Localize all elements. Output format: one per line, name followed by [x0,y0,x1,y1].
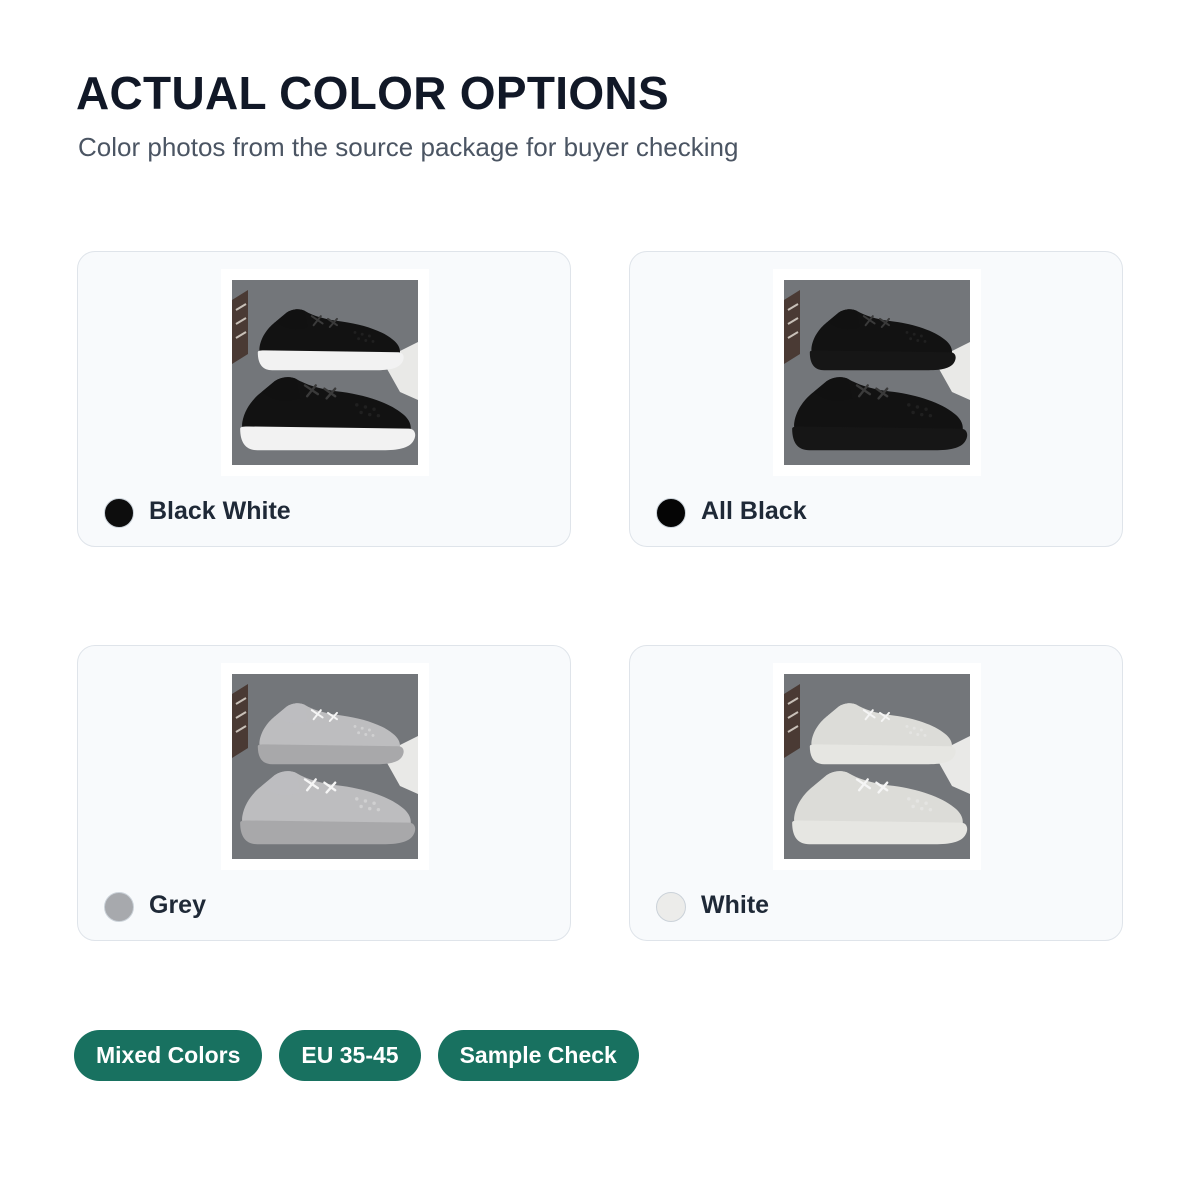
sneaker-white-icon[interactable] [784,674,970,859]
page-title: ACTUAL COLOR OPTIONS [76,67,669,119]
page-subtitle: Color photos from the source package for… [78,132,739,162]
photo-frame [221,269,429,476]
color-card-black-white[interactable]: Black White [77,251,571,547]
photo-frame [773,663,981,870]
color-card-grey[interactable]: Grey [77,645,571,941]
color-swatch [656,498,686,528]
photo-frame [773,269,981,476]
color-swatch [656,892,686,922]
color-name: Black White [149,497,291,525]
sneaker-black-white-icon[interactable] [232,280,418,465]
color-card-white[interactable]: White [629,645,1123,941]
color-name: Grey [149,891,206,919]
photo-frame [221,663,429,870]
sneaker-all-black-icon[interactable] [784,280,970,465]
tag-row: Mixed Colors EU 35-45 Sample Check [74,1030,639,1081]
tag-mixed-colors: Mixed Colors [74,1030,263,1081]
color-name: All Black [701,497,807,525]
color-swatch [104,498,134,528]
tag-size-range: EU 35-45 [279,1030,421,1081]
tag-sample-check: Sample Check [437,1030,639,1081]
color-swatch [104,892,134,922]
color-card-all-black[interactable]: All Black [629,251,1123,547]
sneaker-grey-icon[interactable] [232,674,418,859]
color-name: White [701,891,770,919]
